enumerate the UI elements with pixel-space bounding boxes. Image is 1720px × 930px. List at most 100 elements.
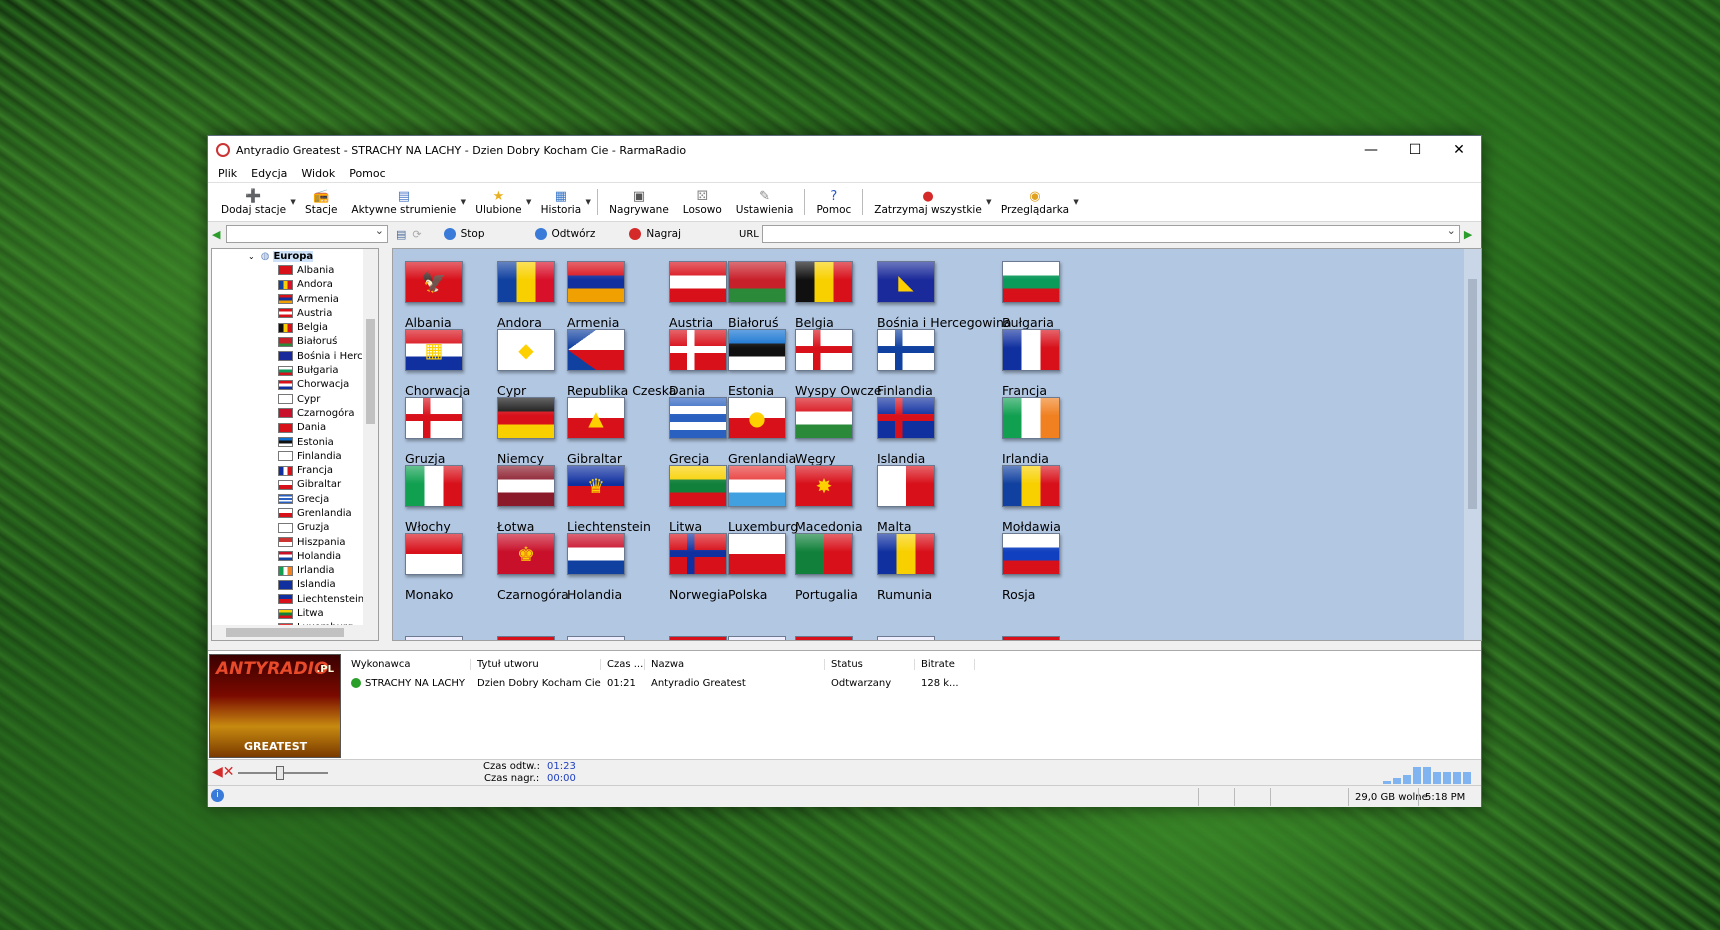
- toolbar-nagrywane-button[interactable]: ▣ Nagrywane: [602, 183, 676, 221]
- tree-item-gibraltar[interactable]: Gibraltar: [212, 478, 364, 492]
- ustawienia-icon: ✎: [759, 188, 771, 204]
- go-arrow-icon[interactable]: ▶: [1464, 228, 1472, 241]
- tree-item-irlandia[interactable]: Irlandia: [212, 564, 364, 578]
- tree-item-grecja[interactable]: Grecja: [212, 492, 364, 506]
- dropdown-arrow-icon[interactable]: ▼: [583, 183, 593, 221]
- flag-item-gibraltar[interactable]: ▲ Gibraltar: [557, 397, 657, 471]
- grid-vscroll-thumb[interactable]: [1468, 279, 1477, 509]
- tree-item-albania[interactable]: Albania: [212, 263, 364, 277]
- tree-item-bialorus[interactable]: Białoruś: [212, 335, 364, 349]
- flag-item-moldawia[interactable]: Mołdawia: [992, 465, 1092, 539]
- tree-item-bosnia-i-hercegowina[interactable]: Bośnia i Hercegowina: [212, 349, 364, 363]
- menu-pomoc[interactable]: Pomoc: [349, 167, 385, 180]
- menu-edycja[interactable]: Edycja: [251, 167, 287, 180]
- toolbar-losowo-button[interactable]: ⚄ Losowo: [676, 183, 729, 221]
- tree-item-chorwacja[interactable]: Chorwacja: [212, 378, 364, 392]
- flag-item-irlandia[interactable]: Irlandia: [992, 397, 1092, 471]
- tree-item-armenia[interactable]: Armenia: [212, 292, 364, 306]
- menu-widok[interactable]: Widok: [301, 167, 335, 180]
- tree-item-hiszpania[interactable]: Hiszpania: [212, 535, 364, 549]
- flag-item-rumunia[interactable]: Rumunia: [867, 533, 967, 607]
- list-icon[interactable]: ▤: [396, 228, 406, 241]
- tree-item-label: Chorwacja: [297, 379, 350, 391]
- flag-item-gruzja[interactable]: Gruzja: [395, 397, 495, 471]
- dropdown-arrow-icon[interactable]: ▼: [288, 183, 298, 221]
- tree-item-bulgaria[interactable]: Bułgaria: [212, 363, 364, 377]
- flag-item-monako[interactable]: Monako: [395, 533, 495, 607]
- refresh-icon[interactable]: ⟳: [412, 228, 421, 241]
- tree-node-europa[interactable]: ⌄ ◍ Europa: [212, 249, 364, 263]
- title-bar[interactable]: Antyradio Greatest - STRACHY NA LACHY - …: [208, 136, 1481, 164]
- tree-item-gruzja[interactable]: Gruzja: [212, 521, 364, 535]
- flag-item-islandia[interactable]: Islandia: [867, 397, 967, 471]
- flag-item-bulgaria[interactable]: Bułgaria: [992, 261, 1092, 335]
- dropdown-arrow-icon[interactable]: ▼: [1071, 183, 1081, 221]
- tree-item-francja[interactable]: Francja: [212, 463, 364, 477]
- dropdown-arrow-icon[interactable]: ▼: [458, 183, 468, 221]
- flag-item-francja[interactable]: Francja: [992, 329, 1092, 403]
- tree-vscroll[interactable]: [363, 249, 378, 626]
- flag-item-wlochy[interactable]: Włochy: [395, 465, 495, 539]
- tree-item-islandia[interactable]: Islandia: [212, 578, 364, 592]
- column-header-status[interactable]: Status: [825, 658, 915, 670]
- minimize-button[interactable]: —: [1349, 136, 1393, 164]
- table-row[interactable]: STRACHY NA LACHY Dzien Dobry Kocham Cie 01…: [345, 674, 1475, 692]
- tree-item-austria[interactable]: Austria: [212, 306, 364, 320]
- tree-item-grenlandia[interactable]: Grenlandia: [212, 506, 364, 520]
- tree-vscroll-thumb[interactable]: [366, 319, 375, 424]
- tree-hscroll[interactable]: [212, 625, 378, 640]
- flag-item-armenia[interactable]: Armenia: [557, 261, 657, 335]
- toolbar-ulubione-button[interactable]: ★ Ulubione: [468, 183, 523, 221]
- tree-item-liechtenstein[interactable]: Liechtenstein: [212, 592, 364, 606]
- dropdown-arrow-icon[interactable]: ▼: [984, 183, 994, 221]
- toolbar-ustawienia-button[interactable]: ✎ Ustawienia: [729, 183, 801, 221]
- record-button[interactable]: Nagraj: [629, 228, 681, 240]
- toolbar-zatrzymaj-wszystkie-button[interactable]: ● Zatrzymaj wszystkie: [867, 183, 984, 221]
- expand-chevron-icon[interactable]: ⌄: [248, 252, 255, 261]
- tree-item-belgia[interactable]: Belgia: [212, 320, 364, 334]
- now-playing-table: Wykonawca Tytuł utworu Czas ... Nazwa Status…: [345, 654, 1475, 754]
- tree-item-estonia[interactable]: Estonia: [212, 435, 364, 449]
- column-header-czas[interactable]: Czas ...: [601, 658, 645, 670]
- volume-slider[interactable]: [238, 766, 328, 780]
- tree-item-dania[interactable]: Dania: [212, 421, 364, 435]
- grid-vscroll[interactable]: [1464, 249, 1481, 640]
- column-header-tytul-utworu[interactable]: Tytuł utworu: [471, 658, 601, 670]
- menu-plik[interactable]: Plik: [218, 167, 237, 180]
- play-button[interactable]: Odtwórz: [534, 228, 595, 240]
- toolbar-aktywne-strumienie-button[interactable]: ▤ Aktywne strumienie: [344, 183, 458, 221]
- maximize-button[interactable]: ☐: [1393, 136, 1437, 164]
- stop-button[interactable]: Stop: [443, 228, 485, 240]
- flag-item-bosnia-i-hercegowina[interactable]: ◣ Bośnia i Hercegowina: [867, 261, 1012, 335]
- back-arrow-icon[interactable]: ◀: [212, 228, 224, 241]
- close-button[interactable]: ✕: [1437, 136, 1481, 164]
- flag-item-rosja[interactable]: Rosja: [992, 533, 1092, 607]
- flag-item-republika-czeska[interactable]: Republika Czeska: [557, 329, 676, 403]
- mute-speaker-icon[interactable]: ◀✕: [212, 764, 235, 780]
- tree-item-litwa[interactable]: Litwa: [212, 606, 364, 620]
- url-input[interactable]: [761, 224, 1460, 243]
- column-header-nazwa[interactable]: Nazwa: [645, 658, 825, 670]
- flag-item-malta[interactable]: Malta: [867, 465, 967, 539]
- column-header-bitrate[interactable]: Bitrate: [915, 658, 975, 670]
- flag-item-liechtenstein[interactable]: ♛ Liechtenstein: [557, 465, 657, 539]
- tree-hscroll-thumb[interactable]: [226, 628, 344, 637]
- volume-knob[interactable]: [275, 766, 284, 780]
- toolbar-stacje-button[interactable]: 📻 Stacje: [298, 183, 344, 221]
- toolbar-przegladarka-button[interactable]: ◉ Przeglądarka: [994, 183, 1071, 221]
- dropdown-arrow-icon[interactable]: ▼: [524, 183, 534, 221]
- flag-item-finlandia[interactable]: Finlandia: [867, 329, 967, 403]
- flag-item-albania[interactable]: 🦅 Albania: [395, 261, 495, 335]
- tree-item-andora[interactable]: Andora: [212, 278, 364, 292]
- tree-item-cypr[interactable]: Cypr: [212, 392, 364, 406]
- tree-item-finlandia[interactable]: Finlandia: [212, 449, 364, 463]
- tree-item-czarnogora[interactable]: Czarnogóra: [212, 406, 364, 420]
- flag-item-holandia[interactable]: Holandia: [557, 533, 657, 607]
- flag-item-chorwacja[interactable]: ▦ Chorwacja: [395, 329, 495, 403]
- column-header-wykonawca[interactable]: Wykonawca: [345, 658, 471, 670]
- toolbar-pomoc-button[interactable]: ? Pomoc: [809, 183, 858, 221]
- toolbar-dodaj-stacje-button[interactable]: ➕ Dodaj stacje: [214, 183, 288, 221]
- station-combo[interactable]: [226, 224, 388, 243]
- toolbar-historia-button[interactable]: ▦ Historia: [534, 183, 584, 221]
- tree-item-holandia[interactable]: Holandia: [212, 549, 364, 563]
